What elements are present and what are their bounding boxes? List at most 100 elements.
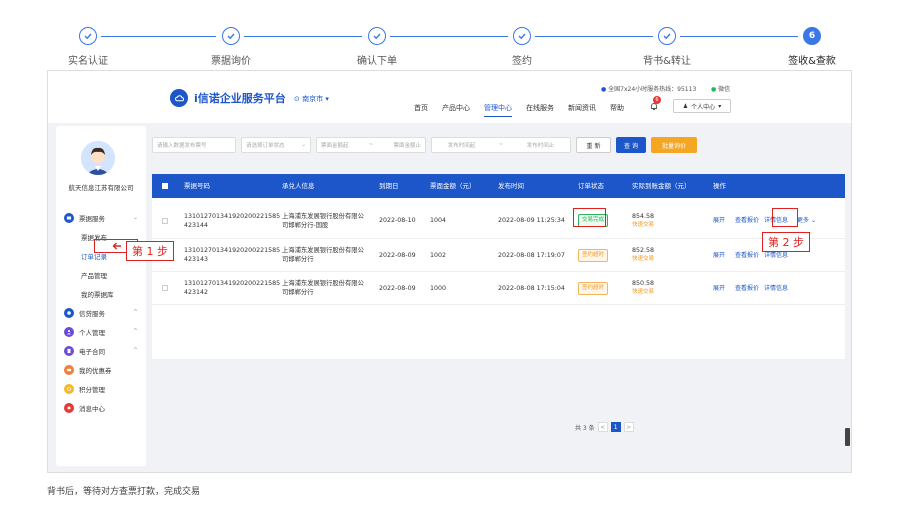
credit-icon: [64, 307, 74, 318]
menu-personal-management[interactable]: 个人管理 ^: [64, 322, 146, 341]
hotline-text: 全国7x24小时服务热线：95113: [608, 86, 697, 93]
order-status-placeholder: 请选择订单状态: [246, 143, 285, 149]
ticket-icon: [64, 212, 74, 223]
select-all-checkbox[interactable]: [162, 174, 168, 198]
order-status-select[interactable]: 请选择订单状态 ⌄: [241, 137, 311, 153]
check-icon: [513, 27, 531, 45]
trade-type: 快速交易: [632, 221, 655, 228]
menu-product-management[interactable]: 产品管理: [64, 265, 146, 284]
nav-online-service[interactable]: 在线服务: [526, 103, 554, 117]
ticket-no-cell: 131012701341920200221585 423144: [184, 203, 280, 238]
action-label: 查看报价: [735, 284, 760, 292]
chevron-up-icon: ^: [132, 328, 138, 335]
menu-my-coupons[interactable]: 我的优惠券: [64, 360, 146, 379]
menu-message-center[interactable]: 消息中心: [64, 398, 146, 417]
prev-page-button[interactable]: <: [597, 422, 608, 432]
user-center-button[interactable]: ♟ 个人中心 ▾: [673, 99, 731, 113]
status-highlight-box: [573, 208, 606, 227]
due-date-cell: 2022-08-10: [379, 217, 416, 224]
received-amount: 852.58: [632, 247, 655, 254]
action-label: 展开: [713, 251, 726, 259]
brand-logo[interactable]: i信诺企业服务平台: [170, 89, 286, 107]
ticket-no-line1: 131012701341920200221585: [184, 247, 281, 254]
checkbox-box: [162, 183, 168, 189]
max-amount-placeholder: 票面金额止: [393, 143, 421, 149]
ticket-no-line2: 423142: [184, 289, 209, 296]
hotline: ● 全国7x24小时服务热线：95113: [601, 84, 696, 93]
step-connector: [535, 36, 653, 37]
col-order-status: 订单状态: [578, 181, 604, 190]
city-label: 南京市: [302, 95, 324, 103]
view-quote-link[interactable]: 查看报价: [735, 272, 759, 304]
nav-help[interactable]: 帮助: [610, 103, 624, 117]
col-ticket-no: 票据号码: [184, 181, 210, 190]
expand-link[interactable]: 展开: [713, 272, 725, 304]
table-row: 131012701341920200221585 423143 上海浦东发展银行股份…: [152, 239, 845, 272]
wechat-link[interactable]: ● 微信: [711, 84, 730, 93]
acceptor-cell: 上海浦东发展银行股份有限公司邯郸分行: [282, 280, 364, 296]
step-2-callout: 第 2 步: [762, 232, 810, 252]
col-received-amount: 实际到账金额（元）: [632, 181, 691, 190]
chevron-up-icon: ^: [132, 347, 138, 354]
caret-down-icon: ▾: [718, 102, 722, 110]
phone-icon: ●: [601, 86, 607, 93]
face-amount-cell: 1002: [430, 251, 447, 259]
details-highlight-box: [772, 208, 798, 227]
city-selector[interactable]: ⊙ 南京市 ▾: [294, 94, 329, 104]
table-row: 131012701341920200221585 423142 上海浦东发展银行股份…: [152, 272, 845, 305]
received-amount: 850.58: [632, 280, 655, 287]
check-icon: [368, 27, 386, 45]
next-page-button[interactable]: >: [623, 422, 634, 432]
step-label: 票据询价: [211, 56, 251, 67]
menu-points-management[interactable]: 积分管理: [64, 379, 146, 398]
top-header: i信诺企业服务平台 ⊙ 南京市 ▾ ● 全国7x24小时服务热线：95113 ●…: [48, 71, 851, 123]
menu-label: 电子合同: [79, 347, 105, 356]
menu-ticket-service[interactable]: 票据服务 ⌄: [64, 208, 146, 227]
avatar: [81, 141, 115, 175]
check-icon: [79, 27, 97, 45]
expand-link[interactable]: 展开: [713, 239, 725, 271]
user-icon: ♟: [682, 102, 689, 110]
col-publish-time: 发布时间: [498, 181, 524, 190]
trade-type: 快速交易: [632, 256, 655, 262]
ticket-number-input[interactable]: 请输入数据发布票号: [152, 137, 236, 153]
menu-e-contract[interactable]: 电子合同 ^: [64, 341, 146, 360]
view-quote-link[interactable]: 查看报价: [735, 203, 759, 238]
row-checkbox[interactable]: [162, 203, 168, 238]
batch-inquiry-button[interactable]: 批量询价: [651, 137, 697, 153]
step-label: 背书&转让: [643, 56, 691, 67]
view-quote-link[interactable]: 查看报价: [735, 239, 759, 271]
publish-time-cell: 2022-08-09 11:25:34: [498, 217, 565, 224]
nav-management[interactable]: 管理中心: [484, 103, 512, 117]
reset-button[interactable]: 重 新: [576, 137, 611, 153]
nav-products[interactable]: 产品中心: [442, 103, 470, 117]
menu-my-ticket-library[interactable]: 我的票据库: [64, 284, 146, 303]
page-1-button[interactable]: 1: [610, 422, 621, 432]
step-label: 实名认证: [68, 56, 108, 67]
date-range-input[interactable]: 发布时间起 ~ 发布时间止: [431, 137, 571, 153]
action-label: 详情信息: [764, 284, 789, 292]
menu-credit-service[interactable]: 信贷服务 ^: [64, 303, 146, 322]
scrollbar-handle[interactable]: [845, 428, 850, 446]
message-icon: [64, 402, 74, 413]
col-actions: 操作: [713, 181, 726, 190]
ticket-no-cell: 131012701341920200221585 423142: [184, 272, 280, 304]
acceptor-cell: 上海浦东发展银行股份有限公司邯郸分行: [282, 247, 364, 263]
status-badge: 签约超时: [578, 281, 609, 295]
search-button[interactable]: 查 询: [616, 137, 646, 153]
coupon-icon: [64, 364, 74, 375]
row-checkbox[interactable]: [162, 272, 168, 304]
details-link[interactable]: 详情信息: [764, 272, 788, 304]
received-amount-cell: 852.58 快速交易: [632, 239, 654, 271]
date-to-placeholder: 发布时间止: [526, 143, 555, 149]
nav-home[interactable]: 首页: [414, 103, 428, 117]
table-header: 票据号码 承兑人信息 到期日 票面金额（元） 发布时间 订单状态 实际到账金额（…: [152, 174, 845, 198]
received-amount-cell: 854.58 快速交易: [632, 203, 654, 238]
pagination: 共 3 条 < 1 >: [575, 422, 634, 432]
col-face-amount: 票面金额（元）: [430, 181, 476, 190]
nav-news[interactable]: 新闻资讯: [568, 103, 596, 117]
amount-range-input[interactable]: 票面金额起 ~ 票面金额止: [316, 137, 426, 153]
order-status-cell: 签约超时: [578, 239, 609, 271]
step-label: 确认下单: [357, 56, 397, 67]
expand-link[interactable]: 展开: [713, 203, 725, 238]
